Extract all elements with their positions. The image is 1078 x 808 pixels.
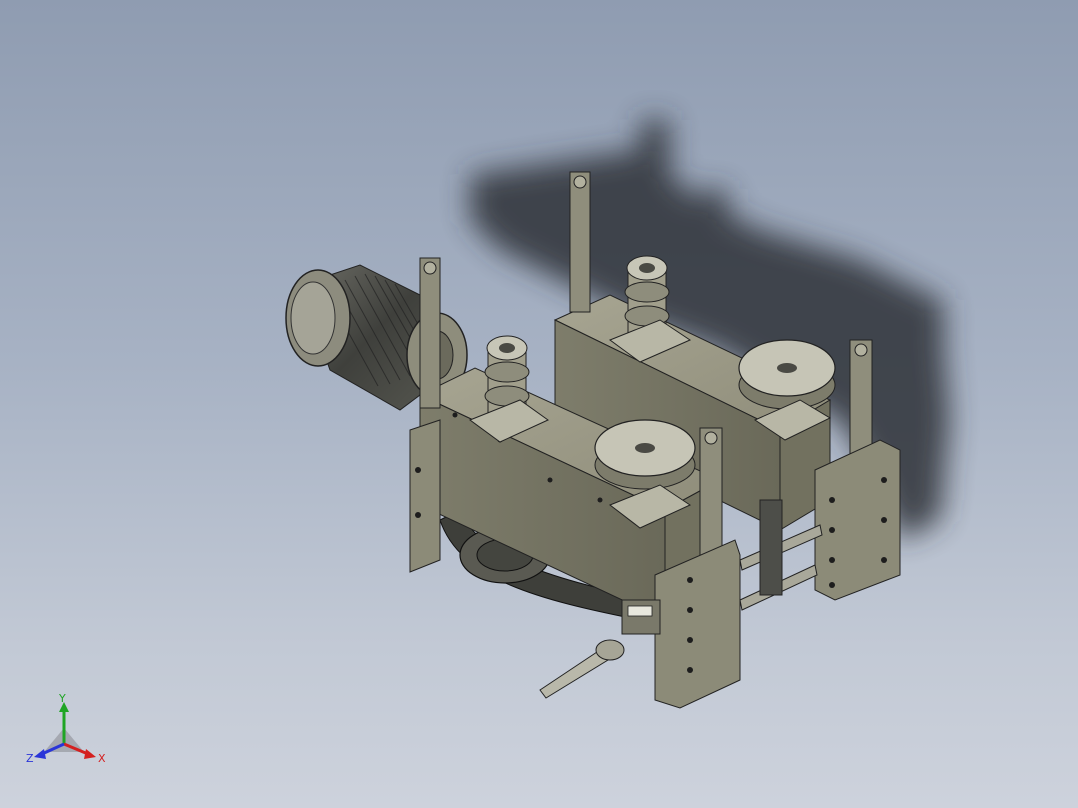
x-axis-label: X <box>98 752 106 765</box>
z-axis-label: Z <box>26 752 34 765</box>
left-side-bracket[interactable] <box>409 419 441 573</box>
3d-model-view[interactable] <box>0 0 1078 808</box>
cad-viewport[interactable]: Y X Z <box>0 0 1078 808</box>
y-axis-label: Y <box>58 692 66 705</box>
z-arrowhead-icon <box>34 749 46 759</box>
view-orientation-triad[interactable]: Y X Z <box>24 690 114 770</box>
adjustment-handle[interactable] <box>539 599 661 699</box>
x-arrowhead-icon <box>84 749 96 759</box>
right-end-plate[interactable] <box>814 439 901 601</box>
